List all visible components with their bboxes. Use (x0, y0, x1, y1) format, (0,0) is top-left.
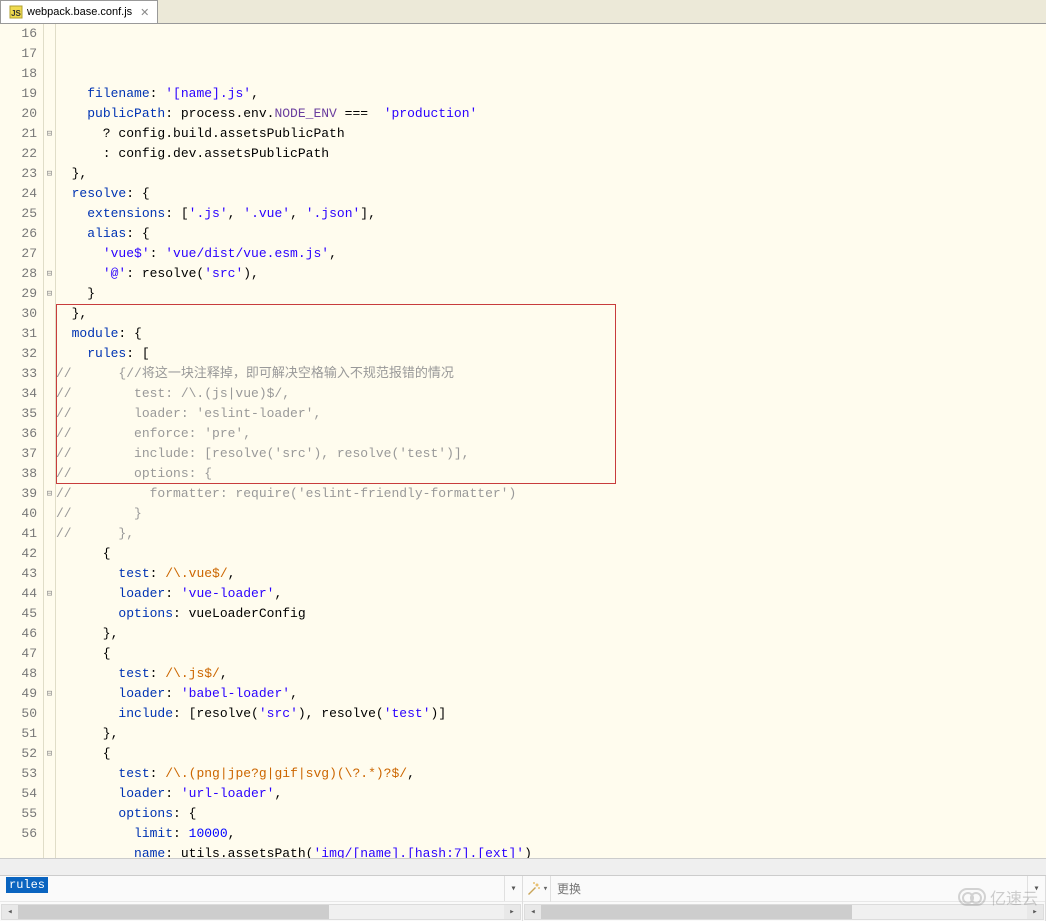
code-line[interactable]: include: [resolve('src'), resolve('test'… (56, 704, 1046, 724)
code-line[interactable]: extensions: ['.js', '.vue', '.json'], (56, 204, 1046, 224)
fold-column[interactable]: ⊟⊟⊟⊟⊟⊟⊟⊟ (44, 24, 56, 858)
line-number-gutter: 1617181920212223242526272829303132333435… (0, 24, 44, 858)
scroll-right-icon[interactable]: ▸ (1027, 905, 1043, 919)
chevron-down-icon: ▾ (543, 884, 548, 894)
code-line[interactable]: ? config.build.assetsPublicPath (56, 124, 1046, 144)
code-editor[interactable]: 1617181920212223242526272829303132333435… (0, 24, 1046, 858)
find-hscroll-left[interactable]: ◂ ▸ (1, 904, 521, 920)
code-line[interactable]: rules: [ (56, 344, 1046, 364)
code-line[interactable]: 'vue$': 'vue/dist/vue.esm.js', (56, 244, 1046, 264)
replace-input[interactable] (551, 876, 1027, 901)
code-line[interactable]: loader: 'vue-loader', (56, 584, 1046, 604)
scroll-left-icon[interactable]: ◂ (525, 905, 541, 919)
code-line[interactable]: // } (56, 504, 1046, 524)
code-line[interactable]: }, (56, 304, 1046, 324)
svg-text:JS: JS (11, 9, 21, 18)
code-line[interactable]: loader: 'babel-loader', (56, 684, 1046, 704)
replace-dropdown[interactable]: ▾ (1027, 876, 1045, 901)
code-line[interactable]: limit: 10000, (56, 824, 1046, 844)
tab-filename: webpack.base.conf.js (27, 6, 132, 18)
code-line[interactable]: module: { (56, 324, 1046, 344)
file-tab[interactable]: JS webpack.base.conf.js ✕ (0, 0, 158, 23)
code-line[interactable]: { (56, 644, 1046, 664)
scroll-right-icon[interactable]: ▸ (504, 905, 520, 919)
code-line[interactable]: filename: '[name].js', (56, 84, 1046, 104)
code-line[interactable]: loader: 'url-loader', (56, 784, 1046, 804)
find-options-button[interactable]: ▾ (523, 876, 551, 902)
code-line[interactable]: } (56, 284, 1046, 304)
editor-tabs: JS webpack.base.conf.js ✕ (0, 0, 1046, 24)
code-line[interactable]: alias: { (56, 224, 1046, 244)
editor-hscroll[interactable] (0, 858, 1046, 875)
code-line[interactable]: resolve: { (56, 184, 1046, 204)
code-line[interactable]: name: utils.assetsPath('img/[name].[hash… (56, 844, 1046, 858)
code-line[interactable]: // }, (56, 524, 1046, 544)
code-line[interactable]: }, (56, 724, 1046, 744)
code-line[interactable]: options: { (56, 804, 1046, 824)
tab-close-icon[interactable]: ✕ (140, 6, 149, 19)
code-line[interactable]: // formatter: require('eslint-friendly-f… (56, 484, 1046, 504)
code-line[interactable]: : config.dev.assetsPublicPath (56, 144, 1046, 164)
code-area[interactable]: filename: '[name].js', publicPath: proce… (56, 24, 1046, 858)
scroll-left-icon[interactable]: ◂ (2, 905, 18, 919)
search-input[interactable]: rules (0, 876, 504, 901)
code-line[interactable]: test: /\.vue$/, (56, 564, 1046, 584)
search-dropdown[interactable]: ▾ (504, 876, 522, 901)
code-line[interactable]: // test: /\.(js|vue)$/, (56, 384, 1046, 404)
code-line[interactable]: // enforce: 'pre', (56, 424, 1046, 444)
code-line[interactable]: // include: [resolve('src'), resolve('te… (56, 444, 1046, 464)
js-file-icon: JS (9, 5, 23, 19)
find-hscroll-right[interactable]: ◂ ▸ (524, 904, 1044, 920)
code-line[interactable]: test: /\.(png|jpe?g|gif|svg)(\?.*)?$/, (56, 764, 1046, 784)
code-line[interactable]: }, (56, 624, 1046, 644)
code-line[interactable]: publicPath: process.env.NODE_ENV === 'pr… (56, 104, 1046, 124)
code-line[interactable]: options: vueLoaderConfig (56, 604, 1046, 624)
wand-icon (525, 881, 541, 897)
find-replace-bar: rules ▾ ◂ ▸ ▾ ▾ ◂ ▸ (0, 875, 1046, 921)
code-line[interactable]: }, (56, 164, 1046, 184)
code-line[interactable]: '@': resolve('src'), (56, 264, 1046, 284)
code-line[interactable]: // options: { (56, 464, 1046, 484)
code-line[interactable]: { (56, 744, 1046, 764)
code-line[interactable]: test: /\.js$/, (56, 664, 1046, 684)
code-line[interactable]: // {//将这一块注释掉，即可解决空格输入不规范报错的情况 (56, 364, 1046, 384)
code-line[interactable]: { (56, 544, 1046, 564)
code-line[interactable]: // loader: 'eslint-loader', (56, 404, 1046, 424)
